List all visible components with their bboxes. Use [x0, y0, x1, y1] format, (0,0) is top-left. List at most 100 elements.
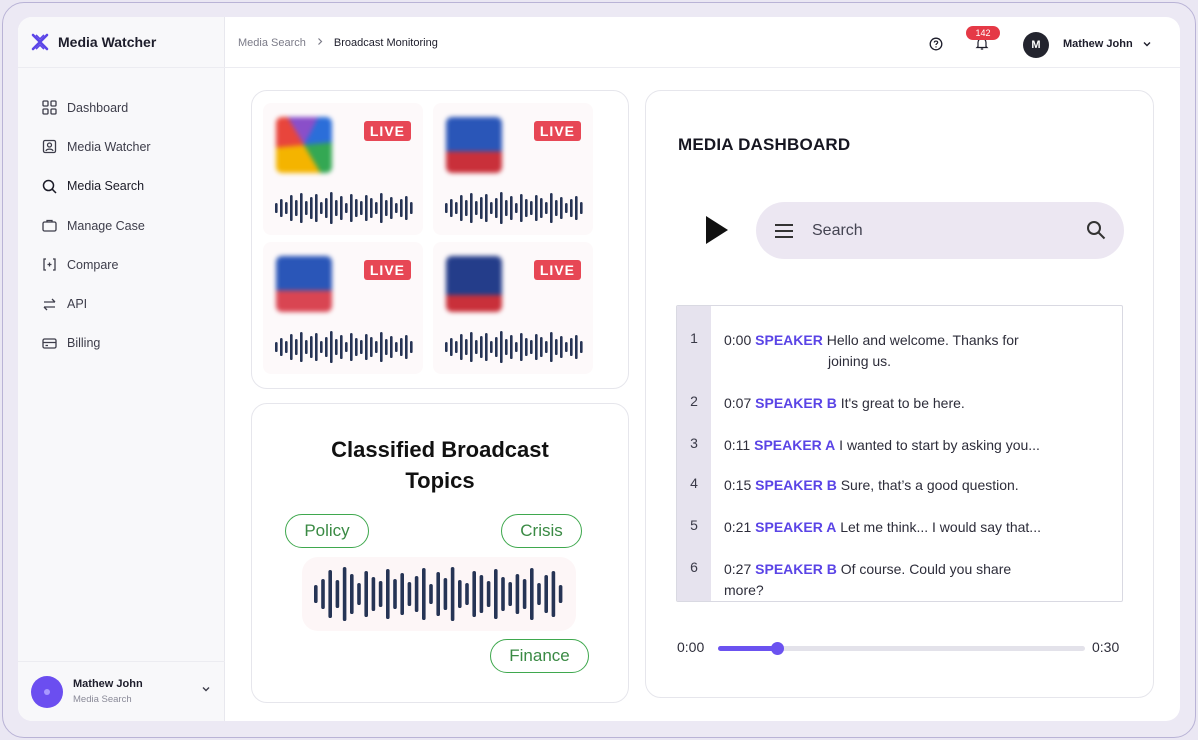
stream-tile[interactable]: LIVE — [433, 103, 593, 235]
sidebar-item-label: Media Search — [67, 179, 145, 194]
waveform-bar — [450, 338, 453, 356]
topic-tag-finance[interactable]: Finance — [490, 639, 589, 673]
transcript-text: Hello and welcome. Thanks for — [826, 332, 1019, 348]
sidebar-item-label: Billing — [67, 336, 101, 351]
sidebar-nav: Dashboard Media Watcher Media Search Man… — [18, 88, 225, 363]
search-input[interactable]: Search — [812, 222, 863, 240]
waveform-bar — [300, 193, 303, 223]
waveform-bar — [290, 195, 293, 221]
speaker-label: SPEAKER — [755, 332, 823, 348]
live-badge: LIVE — [533, 121, 581, 141]
sidebar-item-media-search[interactable]: Media Search — [18, 167, 225, 206]
waveform-bar — [443, 578, 448, 610]
sidebar-item-billing[interactable]: Billing — [18, 324, 225, 363]
waveform-bar — [455, 341, 458, 353]
dashboard-icon — [41, 100, 57, 116]
sidebar-item-label: API — [67, 297, 88, 312]
waveform-bar — [480, 197, 483, 219]
waveform-bar — [555, 339, 558, 355]
breadcrumb: Media Search Broadcast Monitoring — [238, 37, 438, 49]
line-number: 2 — [690, 393, 698, 409]
waveform-bar — [525, 199, 528, 217]
chevron-down-icon — [202, 687, 210, 692]
transcript-text: Let me think... I would say that... — [840, 519, 1041, 535]
swap-arrows-icon — [41, 296, 57, 312]
topics-title: Classified Broadcast Topics — [331, 437, 549, 493]
waveform-bar — [501, 577, 505, 611]
waveform-bar — [380, 193, 383, 223]
waveform-bar — [535, 195, 538, 221]
avatar[interactable]: M — [1023, 32, 1049, 58]
search-icon[interactable] — [1086, 220, 1106, 240]
waveform-bar — [545, 202, 548, 214]
waveform-bar — [357, 583, 361, 605]
waveform-bar — [530, 340, 533, 354]
waveform-bar — [365, 334, 368, 360]
waveform-bar — [295, 200, 298, 216]
waveform-bar — [400, 573, 404, 615]
waveform-bar — [485, 333, 488, 361]
waveform-bar — [558, 585, 563, 603]
waveform-bar — [400, 199, 403, 217]
topics-card: Classified Broadcast Topics Policy Crisi… — [251, 403, 629, 703]
sidebar-user-menu[interactable]: Mathew John Media Search — [18, 661, 225, 721]
stream-tile[interactable]: LIVE — [433, 242, 593, 374]
waveform-bar — [460, 195, 463, 221]
waveform-bar — [510, 335, 513, 359]
waveform-bar — [350, 194, 353, 222]
timestamp: 0:27 — [724, 561, 752, 577]
waveform-bar — [450, 567, 455, 621]
chevron-down-icon[interactable] — [1142, 39, 1152, 49]
waveform-bar — [458, 580, 462, 608]
sidebar-item-manage-case[interactable]: Manage Case — [18, 206, 225, 245]
sidebar-item-compare[interactable]: Compare — [18, 245, 225, 284]
waveform-bar — [495, 337, 498, 357]
waveform-bar — [320, 202, 323, 214]
waveform-bar — [490, 341, 493, 353]
playback-handle[interactable] — [770, 642, 784, 655]
sidebar-item-media-watcher[interactable]: Media Watcher — [18, 127, 225, 166]
waveform-bar — [342, 567, 347, 621]
waveform-bar — [580, 341, 583, 353]
search-bar[interactable]: Search — [756, 202, 1124, 259]
dashboard-title: MEDIA DASHBOARD — [678, 135, 851, 154]
waveform-bar — [375, 341, 378, 353]
play-icon[interactable] — [704, 215, 730, 245]
live-badge: LIVE — [363, 260, 411, 280]
waveform-bar — [560, 336, 563, 358]
waveform-bar — [370, 337, 373, 357]
waveform-bar — [405, 335, 408, 359]
sidebar-item-dashboard[interactable]: Dashboard — [18, 88, 225, 127]
help-icon[interactable] — [929, 37, 943, 51]
audio-waveform — [275, 192, 413, 224]
waveform-bar — [565, 342, 568, 352]
stream-tile[interactable]: LIVE — [263, 242, 423, 374]
playback-slider[interactable] — [718, 642, 1085, 655]
stream-tile[interactable]: LIVE — [263, 103, 423, 235]
waveform-bar — [544, 575, 548, 613]
hamburger-menu-icon[interactable] — [774, 223, 794, 239]
breadcrumb-item-media-search[interactable]: Media Search — [238, 37, 306, 49]
waveform-bar — [355, 199, 358, 217]
brand[interactable]: Media Watcher — [18, 17, 225, 68]
waveform-bar — [540, 198, 543, 218]
waveform-bar — [335, 580, 340, 608]
waveform-bar — [395, 203, 398, 213]
card-icon — [41, 335, 57, 351]
sidebar-item-api[interactable]: API — [18, 284, 225, 323]
waveform-bar — [537, 583, 541, 605]
topic-tag-policy[interactable]: Policy — [285, 514, 369, 548]
waveform-bar — [355, 338, 358, 356]
compare-icon — [41, 257, 57, 273]
transcript-text: Sure, that’s a good question. — [840, 477, 1019, 493]
timestamp: 0:15 — [724, 477, 752, 493]
notification-count-badge: 142 — [966, 26, 1000, 40]
waveform-bar — [515, 203, 518, 213]
waveform-bar — [575, 196, 578, 220]
waveform-bar — [480, 336, 483, 358]
waveform-bar — [429, 584, 433, 604]
topic-tag-crisis[interactable]: Crisis — [501, 514, 582, 548]
sidebar-item-label: Dashboard — [67, 100, 129, 115]
header-user-name[interactable]: Mathew John — [1063, 38, 1133, 50]
transcript-text: I wanted to start by asking you... — [839, 437, 1040, 453]
